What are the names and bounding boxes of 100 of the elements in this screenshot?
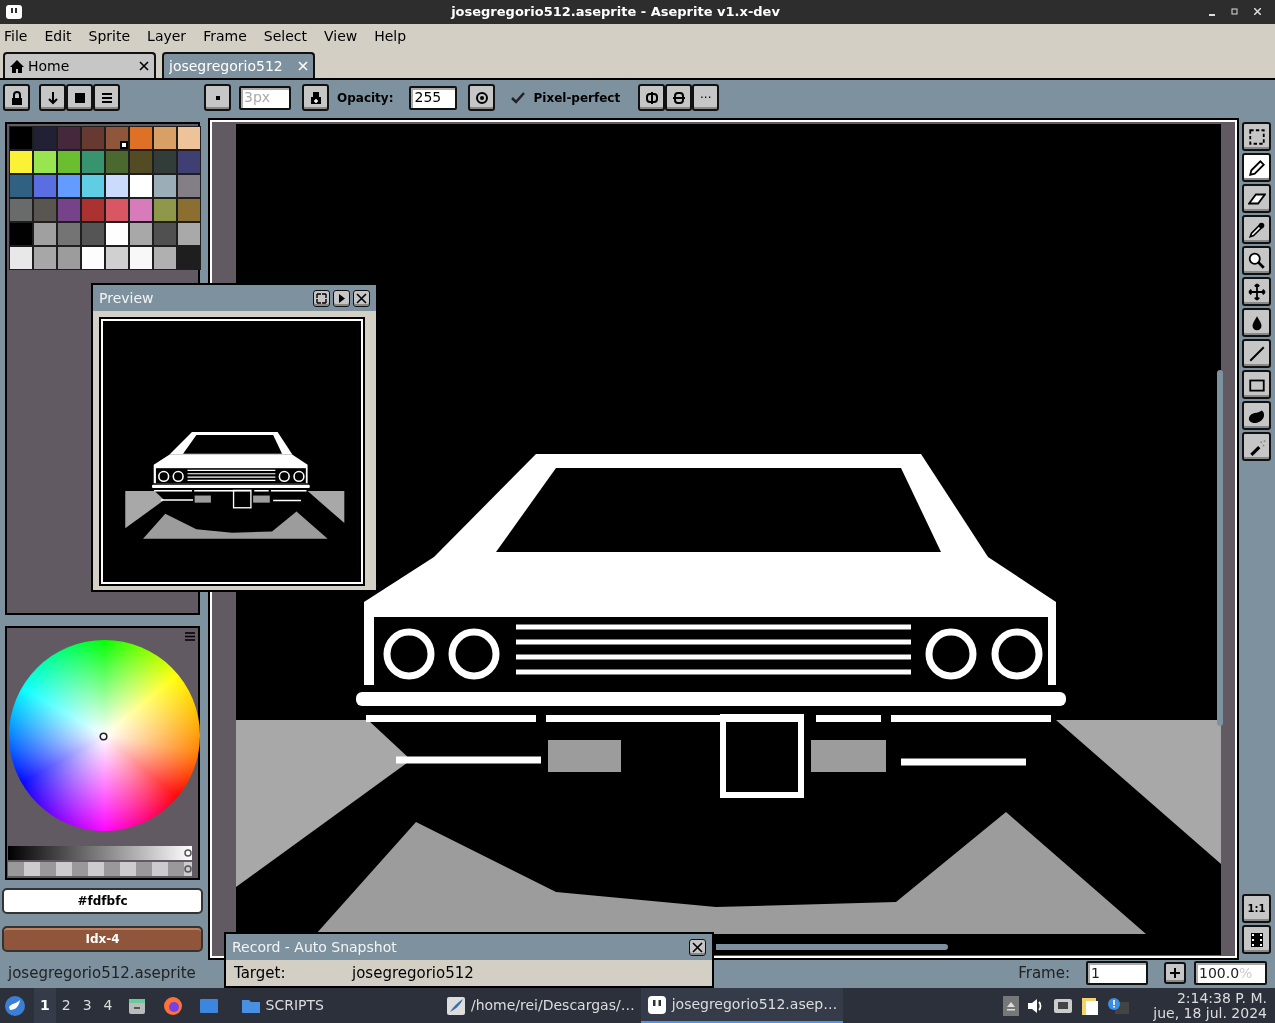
tool-button[interactable]: [1242, 153, 1271, 182]
horizontal-scrollbar[interactable]: [716, 944, 948, 950]
palette-swatch[interactable]: [10, 223, 32, 245]
palette-swatch[interactable]: [178, 199, 200, 221]
palette-swatch[interactable]: [10, 247, 32, 269]
tool-button[interactable]: [1242, 339, 1271, 368]
palette-swatch[interactable]: [178, 127, 200, 149]
taskbar-button[interactable]: SCRIPTS: [234, 988, 330, 1023]
palette-swatch[interactable]: [154, 223, 176, 245]
timeline-button[interactable]: [1242, 925, 1271, 954]
workspace-button[interactable]: 1: [34, 988, 56, 1023]
lock-button[interactable]: [3, 84, 30, 111]
pixel-perfect-checkbox[interactable]: Pixel-perfect: [511, 88, 621, 107]
palette-swatch[interactable]: [130, 199, 152, 221]
palette-swatch[interactable]: [154, 247, 176, 269]
workspace-button[interactable]: 2: [55, 988, 77, 1023]
tool-button[interactable]: [1242, 277, 1271, 306]
menu-item[interactable]: Layer: [147, 25, 187, 47]
palette-swatch[interactable]: [178, 151, 200, 173]
palette-swatch[interactable]: [34, 199, 56, 221]
palette-swatch[interactable]: [34, 175, 56, 197]
palette-swatch[interactable]: [58, 175, 80, 197]
layer-button[interactable]: [66, 84, 93, 111]
palette-swatch[interactable]: [10, 199, 32, 221]
palette-swatch[interactable]: [154, 199, 176, 221]
brush-type-button[interactable]: [204, 84, 231, 111]
palette-swatch[interactable]: [154, 151, 176, 173]
palette-swatch[interactable]: [106, 199, 128, 221]
palette-swatch[interactable]: [82, 247, 104, 269]
taskbar-button[interactable]: /home/rei/Descargas/…: [439, 988, 641, 1023]
palette-swatch[interactable]: [58, 247, 80, 269]
document-tab[interactable]: Home: [3, 52, 156, 78]
close-button[interactable]: [689, 938, 706, 956]
menu-item[interactable]: Sprite: [88, 25, 131, 47]
palette-swatch[interactable]: [82, 175, 104, 197]
palette-swatch[interactable]: [82, 223, 104, 245]
close-button[interactable]: [353, 289, 370, 307]
palette-swatch[interactable]: [82, 199, 104, 221]
palette-swatch[interactable]: [130, 127, 152, 149]
zoom-reset-button[interactable]: 1:1: [1242, 894, 1271, 923]
palette-swatch[interactable]: [34, 151, 56, 173]
palette-swatch[interactable]: [130, 175, 152, 197]
palette-swatch[interactable]: [130, 151, 152, 173]
tool-button[interactable]: [1242, 184, 1271, 213]
opacity-field[interactable]: 255: [409, 85, 458, 110]
hex-color-field[interactable]: #fdfbfc: [2, 888, 203, 914]
palette-swatch[interactable]: [106, 151, 128, 173]
palette-swatch[interactable]: [154, 175, 176, 197]
workspace-button[interactable]: 3: [76, 988, 98, 1023]
palette-swatch[interactable]: [106, 175, 128, 197]
palette-swatch[interactable]: [34, 223, 56, 245]
menu-item[interactable]: Help: [374, 25, 407, 47]
workspace-button[interactable]: 4: [97, 988, 119, 1023]
palette-swatch[interactable]: [58, 127, 80, 149]
add-frame-button[interactable]: [1164, 962, 1186, 984]
palette-swatch[interactable]: [154, 127, 176, 149]
menu-button[interactable]: [93, 84, 120, 111]
menu-item[interactable]: Frame: [203, 25, 247, 47]
tool-button[interactable]: [1242, 308, 1271, 337]
merge-down-button[interactable]: [39, 84, 66, 111]
palette-swatch[interactable]: [58, 223, 80, 245]
resize-button[interactable]: [313, 289, 330, 307]
palette-swatch[interactable]: [10, 175, 32, 197]
tool-button[interactable]: [1242, 215, 1271, 244]
palette-swatch[interactable]: [106, 247, 128, 269]
palette-swatch[interactable]: [34, 127, 56, 149]
vertical-symmetry-button[interactable]: [638, 84, 666, 111]
palette-swatch[interactable]: [82, 151, 104, 173]
more-button[interactable]: ···: [692, 84, 720, 111]
palette-swatch[interactable]: [82, 127, 104, 149]
alpha-slider[interactable]: [8, 862, 192, 876]
shade-slider[interactable]: [8, 846, 192, 860]
ink-button[interactable]: [302, 84, 329, 111]
menu-item[interactable]: Edit: [44, 25, 72, 47]
palette-swatch[interactable]: [130, 223, 152, 245]
tool-button[interactable]: [1242, 432, 1271, 461]
play-button[interactable]: [333, 289, 350, 307]
menu-item[interactable]: File: [4, 25, 28, 47]
horizontal-symmetry-button[interactable]: [665, 84, 693, 111]
zoom-field[interactable]: 100.0%: [1194, 961, 1267, 985]
menu-item[interactable]: Select: [263, 25, 307, 47]
frame-field[interactable]: 1: [1086, 961, 1148, 985]
tool-button[interactable]: [1242, 246, 1271, 275]
palette-swatch[interactable]: [58, 151, 80, 173]
menu-item[interactable]: View: [323, 25, 358, 47]
tool-button[interactable]: [1242, 370, 1271, 399]
palette-swatch[interactable]: [106, 127, 128, 149]
vertical-scrollbar[interactable]: [1217, 370, 1223, 726]
tool-button[interactable]: [1242, 401, 1271, 430]
palette-swatch[interactable]: [178, 175, 200, 197]
tool-button[interactable]: [1242, 122, 1271, 151]
palette-swatch[interactable]: [10, 151, 32, 173]
palette-swatch[interactable]: [130, 247, 152, 269]
palette-swatch[interactable]: [10, 127, 32, 149]
taskbar-button[interactable]: josegregorio512.asep…: [640, 988, 844, 1023]
color-index-button[interactable]: Idx-4: [2, 926, 203, 952]
palette-swatch[interactable]: [178, 223, 200, 245]
opacity-mode-button[interactable]: [468, 84, 496, 111]
palette-swatch[interactable]: [34, 247, 56, 269]
palette-swatch[interactable]: [58, 199, 80, 221]
